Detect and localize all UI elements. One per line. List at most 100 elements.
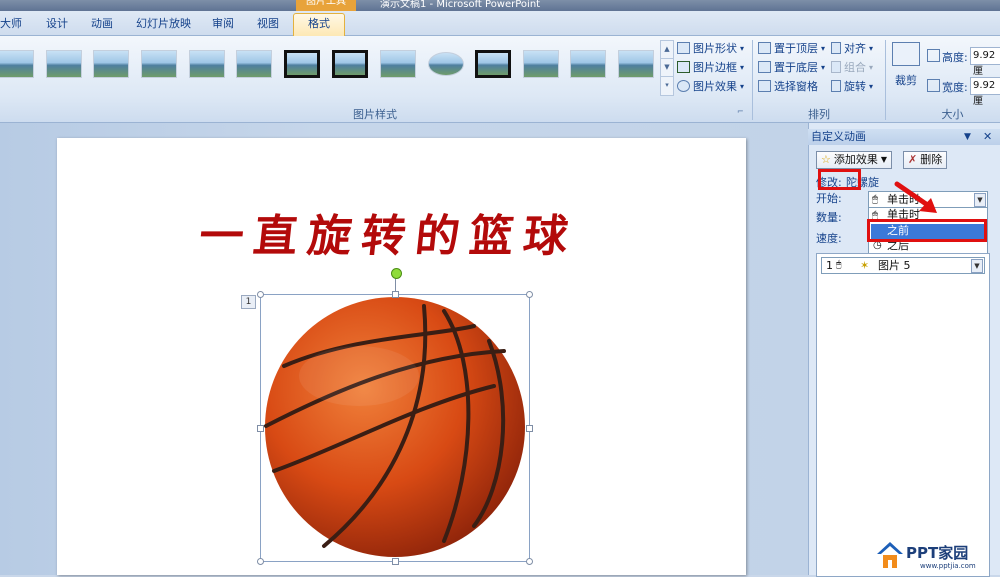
group-label: 组合 (844, 61, 866, 74)
start-label: 开始: (816, 192, 842, 205)
option-after-previous-label: 之后 (887, 239, 909, 252)
resize-handle[interactable] (257, 558, 264, 565)
height-icon (927, 49, 940, 62)
remove-icon: ✗ (908, 153, 918, 166)
picture-shape-icon (677, 42, 690, 54)
bring-to-front-icon (758, 42, 771, 54)
picture-style-7[interactable] (284, 50, 320, 78)
dropdown-arrow-icon[interactable]: ▼ (974, 193, 986, 207)
picture-effects-label: 图片效果 (693, 80, 737, 93)
slide-title[interactable]: 一直旋转的篮球 (197, 200, 582, 264)
tab-format[interactable]: 格式 (293, 13, 345, 36)
mouse-click-icon: 🖱 (872, 194, 878, 205)
tab-animation[interactable]: 动画 (91, 15, 113, 33)
resize-handle[interactable] (526, 291, 533, 298)
picture-style-5[interactable] (189, 50, 225, 78)
send-to-back-label: 置于底层 (774, 61, 818, 74)
option-with-previous[interactable]: 之前 (871, 224, 985, 239)
tab-design[interactable]: 设计 (46, 15, 68, 33)
ribbon: ▲ ▼ ▾ 图片形状 ▾ 图片边框 ▾ 图片效果 ▾ 图片样式 ⌐ 置于顶层 ▾ 置于底… (0, 36, 1000, 123)
add-effect-label: 添加效果 (833, 153, 878, 166)
picture-style-2[interactable] (46, 50, 82, 78)
title-bar: 图片工具 演示文稿1 - Microsoft PowerPoint (0, 0, 1000, 11)
red-arrow-icon (894, 181, 937, 213)
picture-style-4[interactable] (141, 50, 177, 78)
height-label: 高度: (942, 51, 968, 64)
picture-style-9[interactable] (380, 50, 416, 78)
resize-handle[interactable] (257, 291, 264, 298)
rotate-button[interactable]: 旋转 ▾ (831, 78, 873, 94)
pane-menu-icon[interactable]: ▼ (964, 129, 971, 145)
add-effect-button[interactable]: ☆ 添加效果 ▼ (816, 151, 893, 169)
remove-button[interactable]: ✗ 删除 (903, 151, 948, 169)
list-item-name: 图片 5 (878, 259, 911, 272)
modify-value: 陀螺旋 (846, 176, 879, 189)
picture-style-12[interactable] (523, 50, 559, 78)
crop-label[interactable]: 裁剪 (895, 72, 917, 88)
bring-to-front-button[interactable]: 置于顶层 ▾ (758, 40, 825, 56)
resize-handle[interactable] (257, 425, 264, 432)
dialog-launcher-icon[interactable]: ⌐ (737, 107, 744, 116)
group-button[interactable]: 组合 ▾ (831, 59, 873, 75)
picture-border-button[interactable]: 图片边框 ▾ (677, 59, 744, 75)
resize-handle[interactable] (392, 558, 399, 565)
rotate-icon (831, 80, 841, 92)
align-label: 对齐 (844, 42, 866, 55)
selection-pane-label: 选择窗格 (774, 80, 818, 93)
picture-style-14[interactable] (618, 50, 654, 78)
remove-label: 删除 (920, 153, 943, 166)
send-to-back-icon (758, 61, 771, 73)
picture-border-icon (677, 61, 690, 73)
tab-view[interactable]: 视图 (257, 15, 279, 33)
tab-slideshow[interactable]: 幻灯片放映 (136, 15, 191, 33)
window-title: 演示文稿1 - Microsoft PowerPoint (380, 0, 541, 10)
house-logo-icon (877, 542, 903, 568)
picture-style-13[interactable] (570, 50, 606, 78)
gallery-more-icon[interactable]: ▾ (661, 77, 673, 94)
list-item[interactable]: 1 🖱 ✶ 图片 5 ▼ (821, 257, 985, 274)
tab-master[interactable]: 大师 (0, 15, 22, 33)
picture-style-11[interactable] (475, 50, 511, 78)
rotation-handle[interactable] (391, 268, 402, 279)
option-after-previous[interactable]: ◷ 之后 (869, 239, 987, 254)
option-with-previous-label: 之前 (887, 224, 909, 237)
width-field[interactable]: 9.92 厘 (970, 77, 1000, 107)
align-button[interactable]: 对齐 ▾ (831, 40, 873, 56)
list-item-index: 1 (826, 259, 833, 272)
crop-icon[interactable] (892, 42, 920, 66)
amount-label: 数量: (816, 211, 842, 224)
tab-review[interactable]: 审阅 (212, 15, 234, 33)
group-icon (831, 61, 841, 73)
gallery-up-icon[interactable]: ▲ (661, 41, 673, 59)
picture-effects-button[interactable]: 图片效果 ▾ (677, 78, 744, 94)
width-icon (927, 79, 940, 92)
gallery-down-icon[interactable]: ▼ (661, 59, 673, 77)
mouse-click-icon: 🖱 (836, 260, 842, 270)
align-icon (831, 42, 841, 54)
close-icon[interactable]: ✕ (983, 129, 992, 145)
resize-handle[interactable] (392, 291, 399, 298)
picture-style-6[interactable] (236, 50, 272, 78)
gallery-scrollbar[interactable]: ▲ ▼ ▾ (660, 40, 674, 96)
star-add-icon: ☆ (821, 153, 831, 166)
animation-order-tag: 1 (241, 295, 256, 309)
resize-handle[interactable] (526, 558, 533, 565)
resize-handle[interactable] (526, 425, 533, 432)
picture-style-8[interactable] (332, 50, 368, 78)
clock-icon: ◷ (873, 240, 882, 251)
dropdown-arrow-icon[interactable]: ▼ (971, 259, 983, 273)
height-field[interactable]: 9.92 厘 (970, 47, 1000, 77)
group-label-size: 大小 (941, 108, 964, 121)
picture-style-10[interactable] (428, 52, 464, 76)
picture-selection-box[interactable] (257, 291, 533, 565)
picture-style-3[interactable] (93, 50, 129, 78)
picture-shape-button[interactable]: 图片形状 ▾ (677, 40, 744, 56)
task-pane-title: 自定义动画 (811, 130, 866, 143)
selection-pane-button[interactable]: 选择窗格 (758, 78, 818, 94)
watermark-url: www.pptjia.com (920, 562, 976, 570)
picture-style-1[interactable] (0, 50, 34, 78)
send-to-back-button[interactable]: 置于底层 ▾ (758, 59, 825, 75)
group-separator (752, 40, 753, 120)
picture-effect-icon (677, 80, 690, 92)
group-separator (885, 40, 886, 120)
